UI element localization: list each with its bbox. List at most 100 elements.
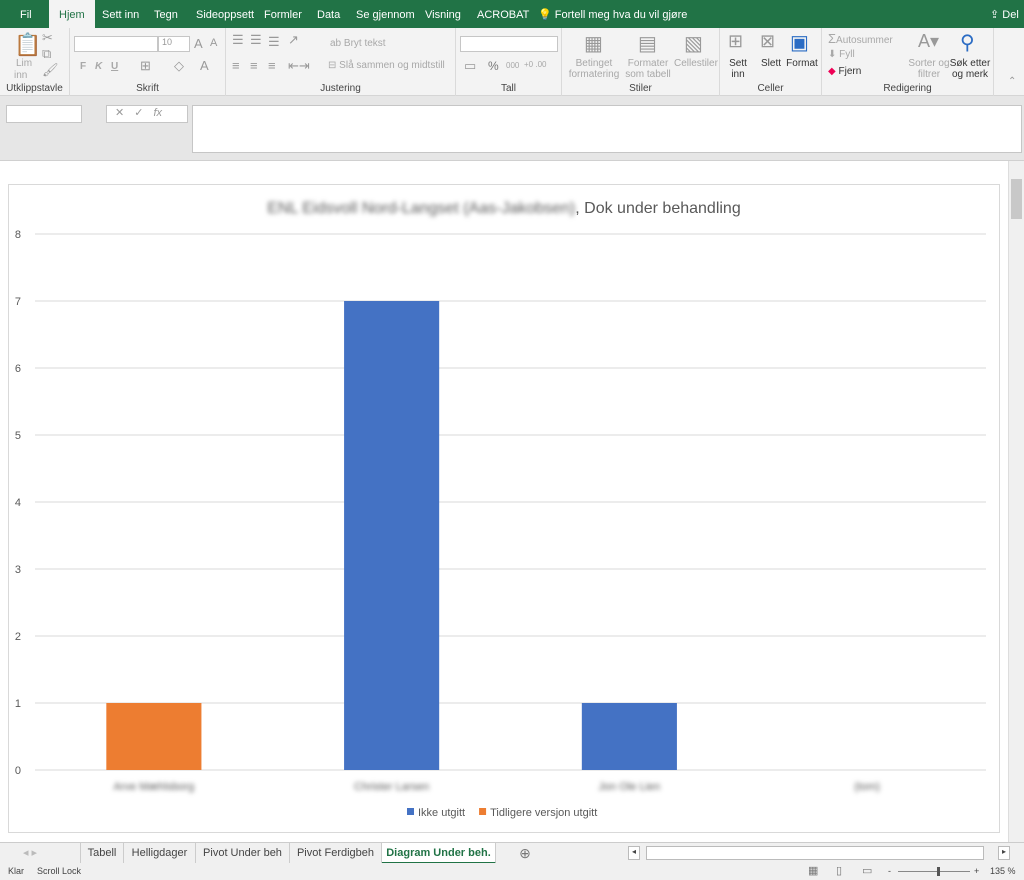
cell-styles-button[interactable]: Cellestiler (674, 58, 718, 69)
sheet-tab-diagram-under-beh[interactable]: Diagram Under beh. (382, 843, 496, 864)
zoom-in-button[interactable]: + (974, 863, 979, 879)
paste-button[interactable]: Lim (16, 58, 32, 69)
font-name-select[interactable] (74, 36, 158, 52)
wrap-text-button[interactable]: ab Bryt tekst (330, 38, 386, 49)
sheet-tab-pivot-under-beh[interactable]: Pivot Under beh (196, 843, 290, 864)
merge-center-button[interactable]: ⊟ Slå sammen og midtstill (328, 60, 445, 71)
bar-ikke-utgitt[interactable] (581, 703, 677, 770)
delete-cells-icon: ⊠ (760, 31, 776, 51)
tab-sett-inn[interactable]: Sett inn (102, 0, 139, 28)
tab-sideoppsett[interactable]: Sideoppsett (196, 0, 254, 28)
merge-label: Slå sammen og midtstill (339, 60, 445, 71)
scroll-left-icon[interactable]: ◂ (628, 846, 640, 860)
percent-button[interactable]: % (488, 59, 499, 73)
sheet-tab-tabell[interactable]: Tabell (80, 843, 124, 864)
fill-button[interactable]: ⬇ Fyll (828, 49, 855, 60)
currency-icon[interactable]: ▭ (464, 58, 476, 74)
page-break-view-icon[interactable]: ▭ (862, 863, 872, 879)
bar-ikke-utgitt[interactable] (344, 301, 440, 770)
align-center-icon[interactable]: ≡ (250, 58, 258, 73)
add-sheet-icon[interactable]: ⊕ (514, 843, 536, 864)
orientation-icon[interactable]: ↗ (288, 32, 299, 48)
zoom-slider-thumb[interactable] (937, 867, 940, 876)
tab-tegn[interactable]: Tegn (154, 0, 178, 28)
scroll-thumb[interactable] (1011, 179, 1022, 219)
format-as-table-button[interactable]: Formater som tabell (620, 58, 676, 80)
scroll-right-icon[interactable]: ▸ (998, 846, 1010, 860)
horizontal-scrollbar[interactable] (646, 846, 984, 860)
align-middle-icon[interactable]: ☰ (250, 32, 262, 48)
align-right-icon[interactable]: ≡ (268, 58, 276, 73)
collapse-ribbon-icon[interactable]: ⌃ (1008, 76, 1016, 87)
clear-button[interactable]: ◆ Fjern (828, 66, 861, 77)
copy-icon[interactable]: ⧉ (42, 46, 51, 62)
tell-me-search[interactable]: 💡 Fortell meg hva du vil gjøre (538, 0, 687, 28)
bar-tidligere-versjon-utgitt[interactable] (106, 703, 202, 770)
group-editing: ΣAutosummer ⬇ Fyll ◆ Fjern A▾ Sorter og f… (822, 28, 994, 96)
delete-button[interactable]: Slett (758, 58, 784, 69)
share-button[interactable]: ⇪ Del (990, 0, 1019, 28)
number-format-select[interactable] (460, 36, 558, 52)
paste-button-line2[interactable]: inn (14, 70, 27, 81)
fx-button[interactable]: fx (153, 107, 162, 119)
zoom-level[interactable]: 135 % (990, 863, 1016, 879)
cut-icon[interactable]: ✂ (42, 30, 53, 46)
tab-fil[interactable]: Fil (20, 0, 32, 28)
font-size-select[interactable]: 10 (158, 36, 190, 52)
tab-visning[interactable]: Visning (425, 0, 461, 28)
name-box[interactable] (6, 105, 82, 123)
chart-title-redacted: ENL Eidsvoll Nord-Langset (Aas-Jakobsen) (267, 200, 575, 217)
conditional-format-button[interactable]: Betinget formatering (564, 58, 624, 80)
merge-icon: ⊟ (328, 60, 340, 71)
fill-color-icon[interactable]: ◇ (174, 58, 184, 74)
tab-hjem[interactable]: Hjem (49, 0, 95, 28)
tab-data[interactable]: Data (317, 0, 340, 28)
sort-filter-button[interactable]: Sorter og filtrer (908, 58, 950, 80)
cancel-icon[interactable]: ✕ (115, 107, 134, 119)
normal-view-icon[interactable]: ▦ (808, 863, 818, 879)
vertical-scrollbar[interactable] (1008, 161, 1024, 843)
page-layout-view-icon[interactable]: ▯ (836, 863, 842, 879)
decimal-buttons[interactable]: +0 .00 (524, 60, 546, 69)
conditional-format-icon: ▦ (584, 33, 603, 55)
wrap-text-label: Bryt tekst (343, 38, 386, 49)
thousands-button[interactable]: 000 (506, 61, 519, 70)
autosum-button[interactable]: ΣAutosummer (828, 31, 893, 46)
chart[interactable]: ENL Eidsvoll Nord-Langset (Aas-Jakobsen)… (8, 184, 1000, 833)
underline-button[interactable]: U (111, 61, 118, 72)
align-left-icon[interactable]: ≡ (232, 58, 240, 73)
zoom-slider[interactable] (898, 871, 970, 872)
bold-button[interactable]: F (80, 61, 86, 72)
sheet-tab-pivot-ferdigbeh[interactable]: Pivot Ferdigbeh (290, 843, 382, 864)
align-top-icon[interactable]: ☰ (232, 32, 244, 48)
share-icon: ⇪ (990, 9, 1000, 21)
grow-font-icon[interactable]: A (194, 36, 203, 51)
sheet-nav-arrows[interactable]: ◂ ▸ (10, 843, 50, 864)
zoom-out-button[interactable]: - (888, 863, 891, 879)
insert-button[interactable]: Sett inn (724, 58, 752, 80)
borders-icon[interactable]: ⊞ (140, 58, 151, 74)
formula-input[interactable] (192, 105, 1022, 153)
find-label: Søk etter (949, 58, 991, 69)
italic-button[interactable]: K (95, 61, 102, 72)
sheet-tab-helligdager[interactable]: Helligdager (124, 843, 196, 864)
find-select-button[interactable]: Søk etter og merk (948, 58, 992, 80)
group-label-font: Skrift (136, 83, 159, 94)
tab-se-gjennom[interactable]: Se gjennom (356, 0, 415, 28)
format-button[interactable]: Format (786, 58, 818, 69)
font-color-icon[interactable]: A (200, 58, 209, 73)
indent-icon[interactable]: ⇤⇥ (288, 58, 310, 74)
format-cells-icon: ▣ (790, 32, 809, 54)
align-bottom-icon[interactable]: ☰ (268, 34, 280, 50)
sort-filter-icon: A▾ (918, 31, 940, 51)
shrink-font-icon[interactable]: A (210, 37, 217, 49)
tab-formler[interactable]: Formler (264, 0, 302, 28)
group-label-cells: Celler (757, 83, 784, 94)
sigma-icon: Σ (828, 31, 837, 46)
paste-icon[interactable]: 📋 (14, 32, 41, 58)
status-bar: Klar Scroll Lock ▦ ▯ ▭ - + 135 % (0, 863, 1024, 880)
enter-icon[interactable]: ✓ (134, 107, 153, 119)
eraser-icon: ◆ (828, 66, 836, 77)
tab-acrobat[interactable]: ACROBAT (477, 0, 529, 28)
format-painter-icon[interactable]: 🖌 (42, 62, 59, 78)
